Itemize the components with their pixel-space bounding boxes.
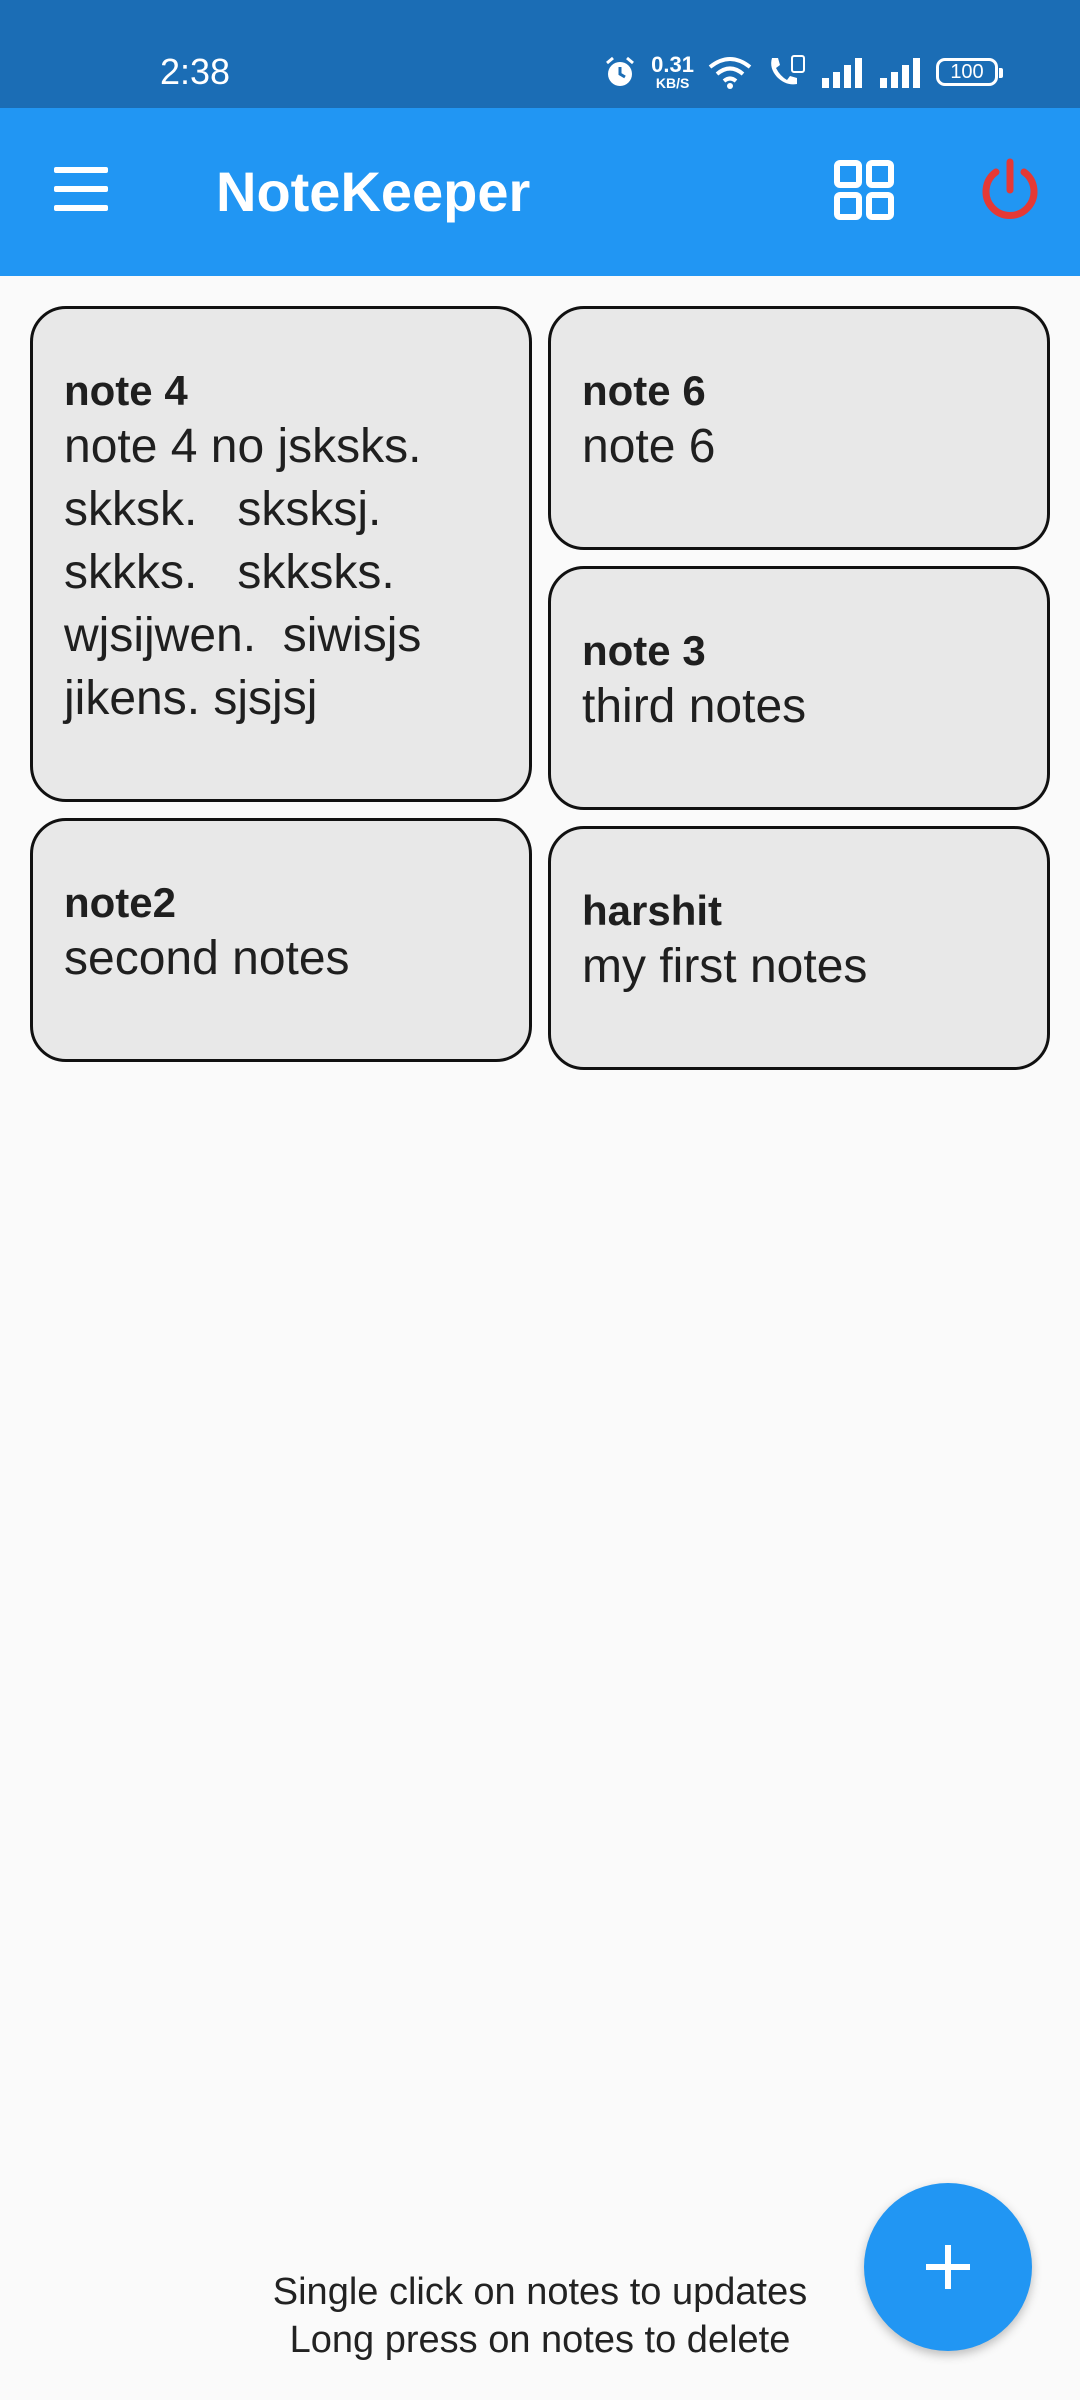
note-title: harshit bbox=[582, 887, 723, 934]
power-icon[interactable] bbox=[978, 158, 1042, 222]
signal-sim1-icon bbox=[822, 58, 862, 88]
note-body: second notes bbox=[64, 932, 350, 985]
network-speed: 0.31 KB/S bbox=[651, 52, 694, 91]
note-title: note 6 bbox=[582, 367, 706, 414]
app-title: NoteKeeper bbox=[216, 160, 531, 223]
note-title: note 3 bbox=[582, 627, 706, 674]
alarm-icon bbox=[606, 56, 635, 86]
status-bar: 2:38 0.31 KB/S 100 bbox=[0, 0, 1080, 108]
note-title: note 4 bbox=[64, 367, 188, 414]
volte-call-icon bbox=[771, 55, 805, 85]
signal-sim2-icon bbox=[880, 58, 920, 88]
hamburger-menu-icon[interactable] bbox=[54, 167, 112, 217]
network-speed-unit: KB/S bbox=[655, 75, 690, 91]
grid-view-icon[interactable] bbox=[834, 160, 894, 220]
note-body: third notes bbox=[582, 680, 807, 733]
note-card-note-4[interactable]: note 4 note 4 no jsksks. skksk. sksksj. … bbox=[30, 306, 532, 802]
status-icons: 0.31 KB/S 100 bbox=[603, 46, 1003, 98]
note-card-note-6[interactable]: note 6 note 6 bbox=[548, 306, 1050, 550]
note-body: note 6 bbox=[582, 420, 716, 473]
battery-indicator: 100 bbox=[936, 58, 1003, 86]
note-card-note2[interactable]: note2 second notes bbox=[30, 818, 532, 1062]
note-title: note2 bbox=[64, 879, 177, 926]
note-body: note 4 no jsksks. skksk. sksksj. skkks. … bbox=[64, 420, 449, 725]
add-note-button[interactable] bbox=[864, 2183, 1032, 2351]
note-body: my first notes bbox=[582, 940, 868, 993]
network-speed-value: 0.31 bbox=[651, 52, 694, 77]
note-card-note-3[interactable]: note 3 third notes bbox=[548, 566, 1050, 810]
app-bar: NoteKeeper bbox=[0, 108, 1080, 276]
note-card-harshit[interactable]: harshit my first notes bbox=[548, 826, 1050, 1070]
plus-icon bbox=[926, 2245, 970, 2289]
wifi-icon bbox=[708, 57, 752, 89]
status-time: 2:38 bbox=[160, 51, 231, 92]
